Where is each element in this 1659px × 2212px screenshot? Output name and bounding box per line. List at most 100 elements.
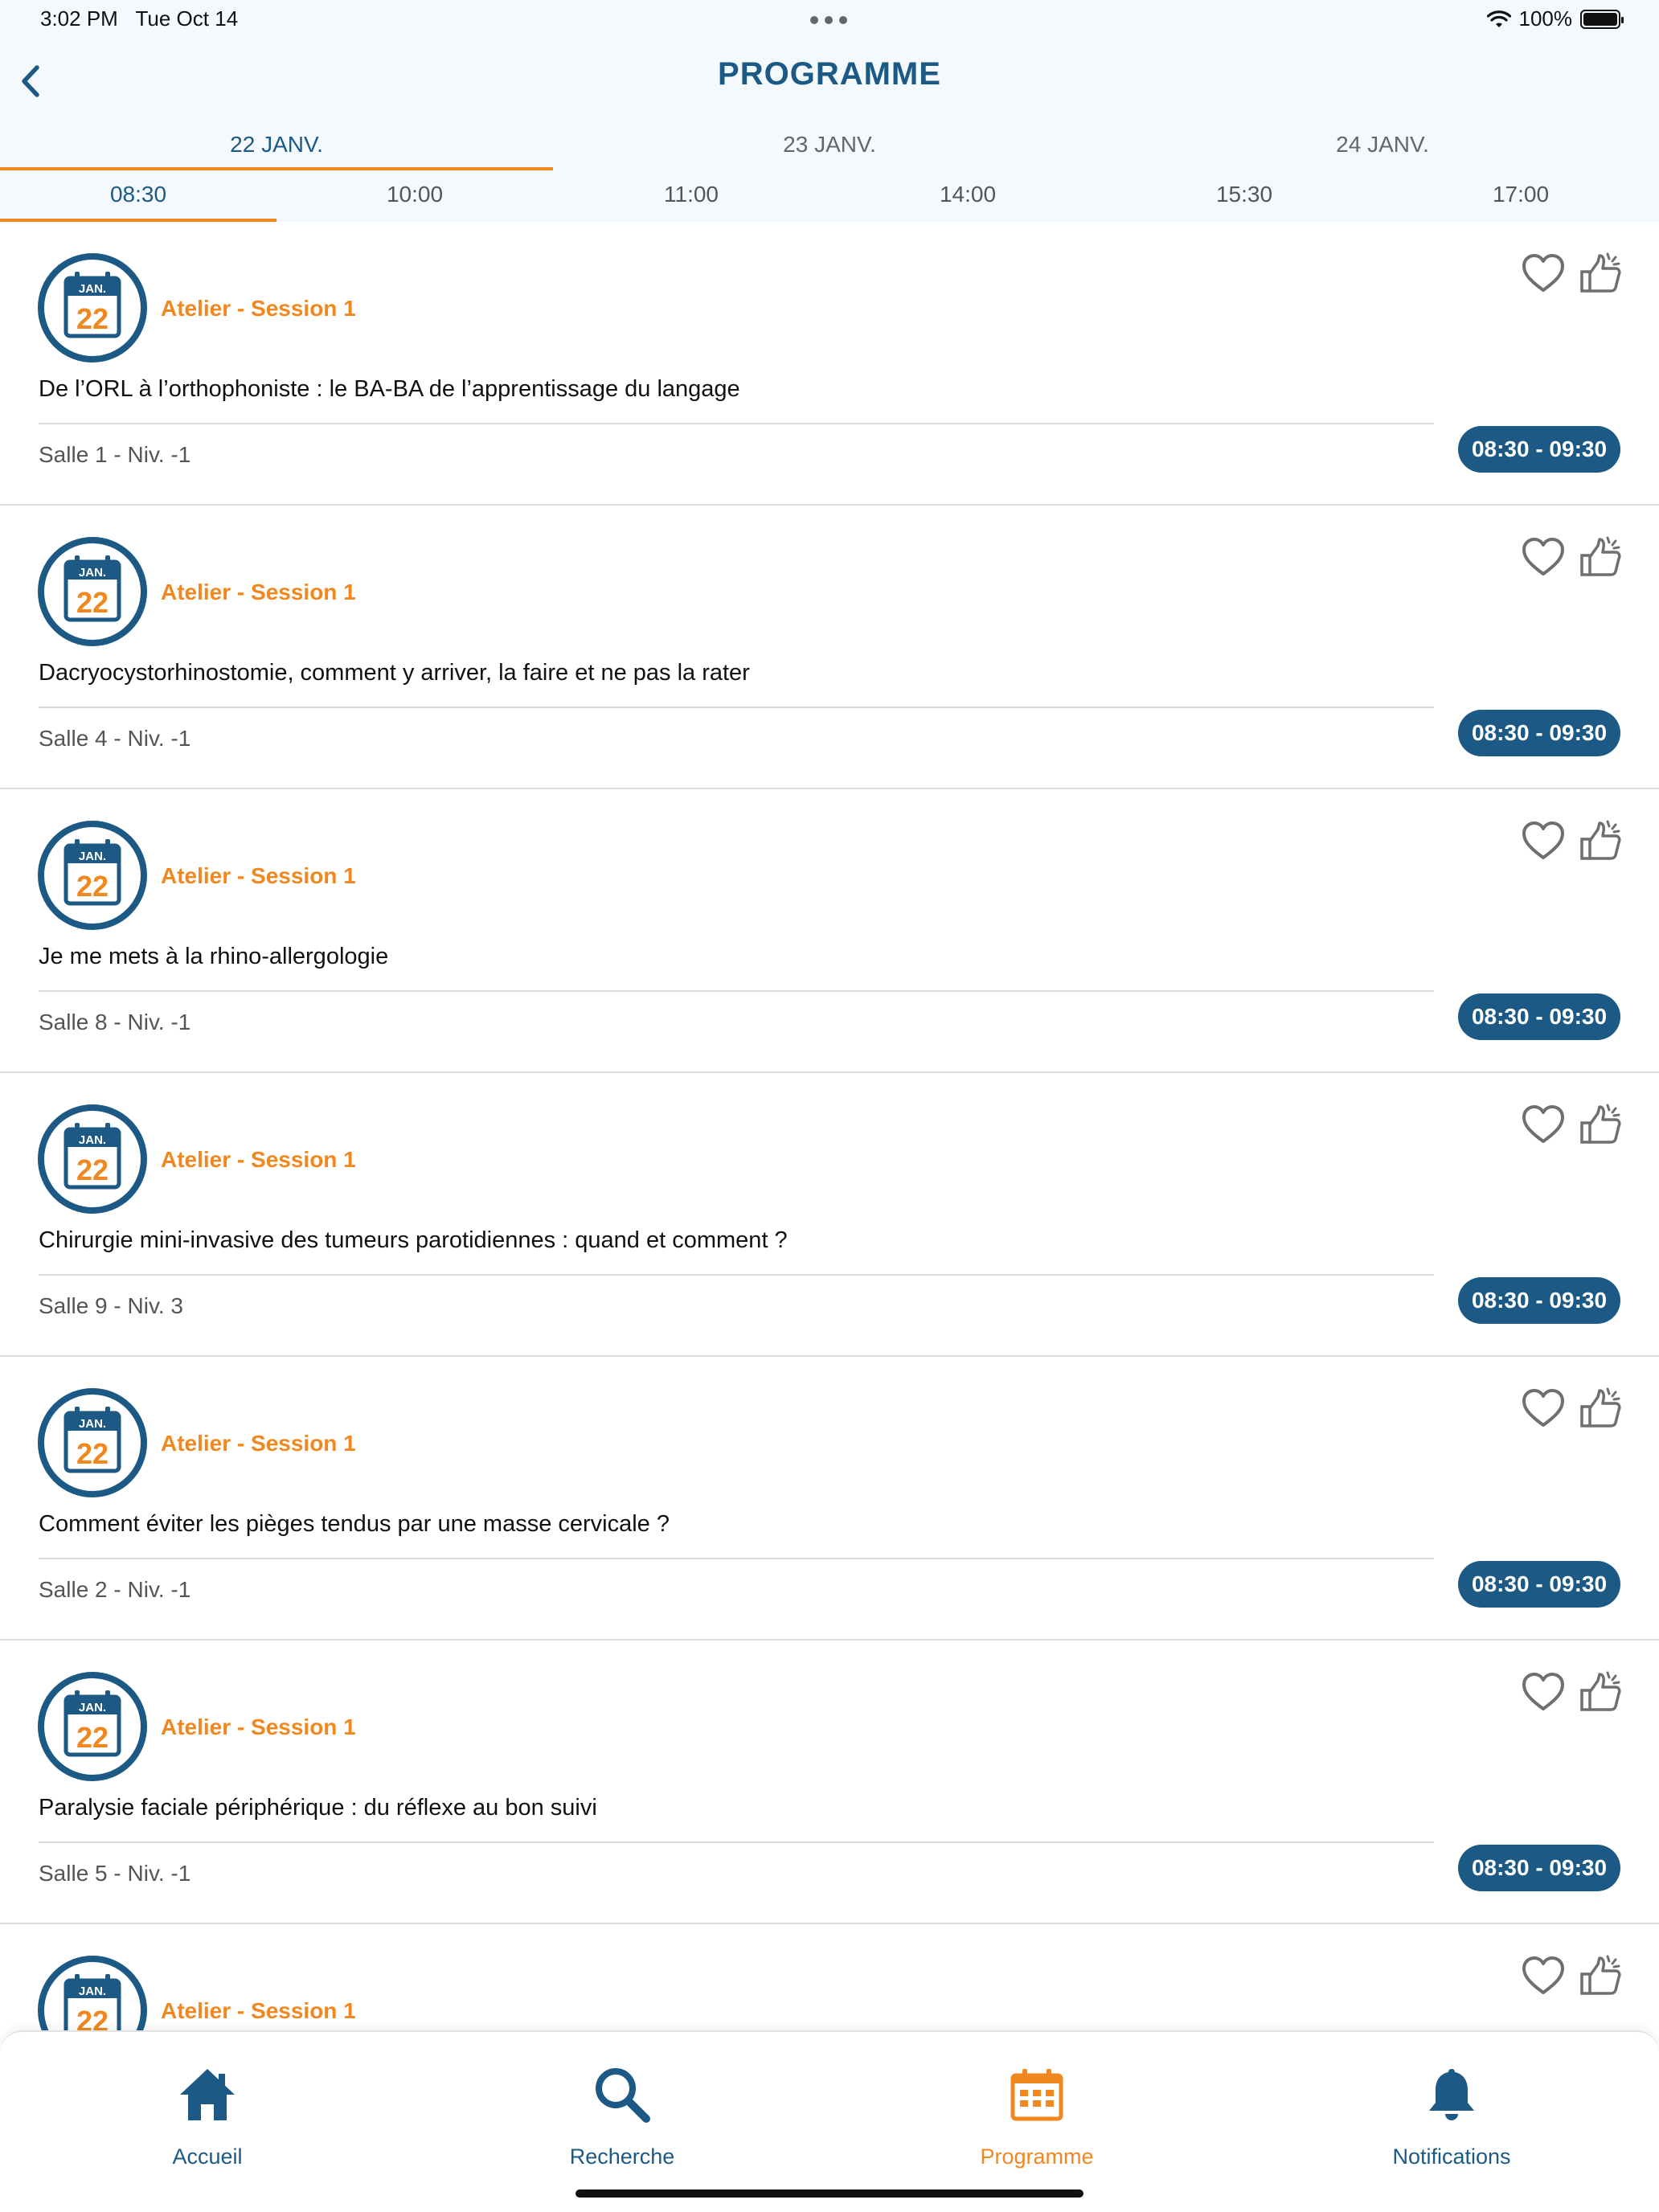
home-indicator[interactable]	[576, 2189, 1083, 2198]
svg-text:JAN.: JAN.	[79, 1701, 106, 1714]
tab-day-22[interactable]: 22 JANV.	[0, 127, 553, 170]
tab-label-programme: Programme	[980, 2144, 1094, 2169]
status-right: 100%	[1486, 6, 1624, 31]
svg-text:22: 22	[76, 1437, 109, 1470]
session-title: Dacryocystorhinostomie, comment y arrive…	[39, 660, 750, 686]
session-title: Comment éviter les pièges tendus par une…	[39, 1511, 670, 1537]
session-card[interactable]: JAN. 22 Atelier - Session 1 Chirurgie mi…	[0, 1073, 1659, 1357]
like-thumb-icon[interactable]	[1579, 818, 1624, 863]
divider	[39, 1274, 1434, 1276]
wifi-icon	[1486, 10, 1511, 27]
tab-day-24[interactable]: 24 JANV.	[1106, 127, 1659, 170]
tab-programme[interactable]: Programme	[830, 2032, 1244, 2212]
favorite-heart-icon[interactable]	[1521, 1671, 1566, 1713]
session-type: Atelier - Session 1	[161, 1714, 356, 1739]
like-thumb-icon[interactable]	[1579, 535, 1624, 580]
session-type: Atelier - Session 1	[161, 1998, 356, 2023]
favorite-heart-icon[interactable]	[1521, 1955, 1566, 1997]
calendar-date-icon: JAN. 22	[38, 537, 147, 646]
svg-text:22: 22	[76, 1721, 109, 1754]
tab-day-23[interactable]: 23 JANV.	[553, 127, 1106, 170]
favorite-heart-icon[interactable]	[1521, 252, 1566, 294]
tab-time-1400[interactable]: 14:00	[830, 172, 1106, 222]
divider	[39, 1558, 1434, 1559]
session-time-badge: 08:30 - 09:30	[1458, 710, 1620, 756]
session-type: Atelier - Session 1	[161, 580, 356, 604]
calendar-date-icon: JAN. 22	[38, 1672, 147, 1781]
tab-time-1700[interactable]: 17:00	[1382, 172, 1659, 222]
tab-time-0830[interactable]: 08:30	[0, 172, 276, 222]
multitasking-dots-icon[interactable]	[810, 16, 847, 24]
session-card[interactable]: JAN. 22 Atelier - Session 1 Comment évit…	[0, 1357, 1659, 1641]
session-time-badge: 08:30 - 09:30	[1458, 993, 1620, 1040]
svg-text:JAN.: JAN.	[79, 282, 106, 296]
favorite-heart-icon[interactable]	[1521, 1387, 1566, 1429]
session-title: Chirurgie mini-invasive des tumeurs paro…	[39, 1227, 788, 1253]
session-room: Salle 9 - Niv. 3	[39, 1293, 183, 1318]
session-type: Atelier - Session 1	[161, 863, 356, 888]
tab-notifications[interactable]: Notifications	[1244, 2032, 1659, 2212]
session-type: Atelier - Session 1	[161, 1147, 356, 1172]
like-thumb-icon[interactable]	[1579, 251, 1624, 296]
session-time-badge: 08:30 - 09:30	[1458, 426, 1620, 473]
svg-text:JAN.: JAN.	[79, 566, 106, 580]
session-title: Je me mets à la rhino-allergologie	[39, 944, 389, 969]
tab-label-accueil: Accueil	[172, 2144, 243, 2169]
svg-text:JAN.: JAN.	[79, 1133, 106, 1147]
svg-text:22: 22	[76, 870, 109, 903]
svg-text:JAN.: JAN.	[79, 850, 106, 863]
session-list[interactable]: JAN. 22 Atelier - Session 1 De l’ORL à l…	[0, 222, 1659, 2030]
bell-icon	[1429, 2069, 1474, 2120]
session-room: Salle 1 - Niv. -1	[39, 442, 191, 467]
session-time-badge: 08:30 - 09:30	[1458, 1561, 1620, 1608]
day-tabs: 22 JANV. 23 JANV. 24 JANV.	[0, 127, 1659, 170]
calendar-date-icon: JAN. 22	[38, 821, 147, 930]
calendar-date-icon: JAN. 22	[38, 1388, 147, 1497]
search-icon	[596, 2068, 650, 2123]
tab-time-1000[interactable]: 10:00	[276, 172, 553, 222]
svg-text:JAN.: JAN.	[79, 1985, 106, 1998]
svg-text:JAN.: JAN.	[79, 1417, 106, 1431]
svg-text:22: 22	[76, 1153, 109, 1186]
divider	[39, 1841, 1434, 1843]
tab-time-1530[interactable]: 15:30	[1106, 172, 1382, 222]
like-thumb-icon[interactable]	[1579, 1102, 1624, 1147]
session-time-badge: 08:30 - 09:30	[1458, 1845, 1620, 1891]
calendar-date-icon: JAN. 22	[38, 253, 147, 363]
divider	[39, 990, 1434, 992]
header-area: 3:02 PM Tue Oct 14 100% PROGRAMME 22 JAN…	[0, 0, 1659, 222]
like-thumb-icon[interactable]	[1579, 1386, 1624, 1431]
session-room: Salle 8 - Niv. -1	[39, 1010, 191, 1034]
favorite-heart-icon[interactable]	[1521, 820, 1566, 862]
divider	[39, 707, 1434, 708]
session-title: De l’ORL à l’orthophoniste : le BA-BA de…	[39, 376, 740, 402]
calendar-date-icon: JAN. 22	[38, 1956, 147, 2030]
session-card[interactable]: JAN. 22 Atelier - Session 1 Dacryocystor…	[0, 506, 1659, 789]
status-bar: 3:02 PM Tue Oct 14 100%	[0, 0, 1659, 40]
svg-text:22: 22	[76, 2005, 109, 2030]
session-type: Atelier - Session 1	[161, 296, 356, 321]
divider	[39, 423, 1434, 424]
calendar-date-icon: JAN. 22	[38, 1104, 147, 1214]
like-thumb-icon[interactable]	[1579, 1669, 1624, 1714]
tab-accueil[interactable]: Accueil	[0, 2032, 415, 2212]
tab-label-recherche: Recherche	[569, 2144, 675, 2169]
battery-icon	[1580, 9, 1624, 29]
favorite-heart-icon[interactable]	[1521, 536, 1566, 578]
time-slot-tabs: 08:30 10:00 11:00 14:00 15:30 17:00	[0, 172, 1659, 222]
tab-time-1100[interactable]: 11:00	[553, 172, 830, 222]
session-card[interactable]: JAN. 22 Atelier - Session 1 Je me mets à…	[0, 789, 1659, 1073]
status-time: 3:02 PM Tue Oct 14	[40, 6, 239, 31]
session-room: Salle 4 - Niv. -1	[39, 726, 191, 751]
like-thumb-icon[interactable]	[1579, 1953, 1624, 1998]
session-card[interactable]: JAN. 22 Atelier - Session 1 De l’ORL à l…	[0, 222, 1659, 506]
svg-text:22: 22	[76, 302, 109, 335]
page-title: PROGRAMME	[718, 56, 941, 92]
bottom-tab-bar: Accueil Recherche Programme Notification…	[0, 2030, 1659, 2212]
session-card[interactable]: JAN. 22 Atelier - Session 1	[0, 1924, 1659, 2030]
session-type: Atelier - Session 1	[161, 1431, 356, 1456]
session-card[interactable]: JAN. 22 Atelier - Session 1 Paralysie fa…	[0, 1641, 1659, 1924]
session-time-badge: 08:30 - 09:30	[1458, 1277, 1620, 1324]
tab-recherche[interactable]: Recherche	[415, 2032, 830, 2212]
favorite-heart-icon[interactable]	[1521, 1104, 1566, 1145]
